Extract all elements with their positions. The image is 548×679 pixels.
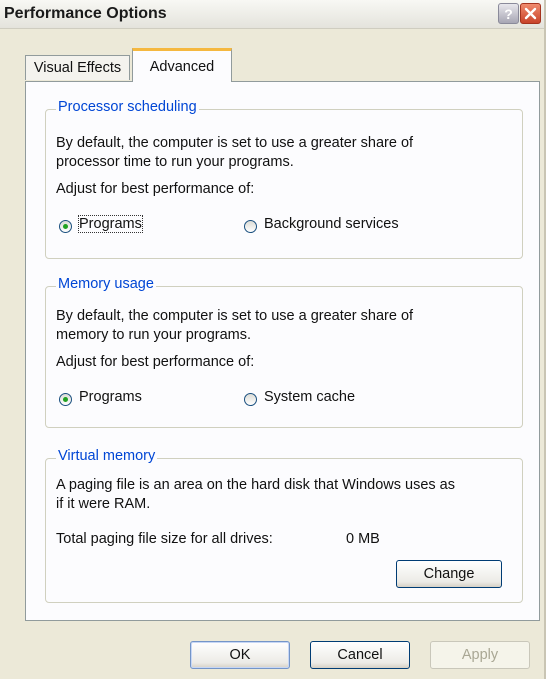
tab-advanced[interactable]: Advanced xyxy=(132,48,232,82)
processor-background-services-label[interactable]: Background services xyxy=(264,216,399,232)
memory-system-cache-radio[interactable] xyxy=(244,393,257,406)
help-icon: ? xyxy=(504,6,513,22)
processor-background-services-radio[interactable] xyxy=(244,220,257,233)
virtual-memory-group: Virtual memory A paging file is an area … xyxy=(45,448,523,603)
processor-description-line1: By default, the computer is set to use a… xyxy=(56,135,414,151)
processor-adjust-label: Adjust for best performance of: xyxy=(56,181,255,197)
memory-adjust-label: Adjust for best performance of: xyxy=(56,354,255,370)
tab-visual-effects-label: Visual Effects xyxy=(33,60,122,76)
processor-scheduling-legend: Processor scheduling xyxy=(56,99,199,115)
ok-button[interactable]: OK xyxy=(190,641,290,669)
virtual-memory-description-line1: A paging file is an area on the hard dis… xyxy=(56,477,455,493)
memory-description-line2: memory to run your programs. xyxy=(56,327,252,343)
advanced-tab-panel: Processor scheduling By default, the com… xyxy=(25,81,540,621)
paging-file-total-label: Total paging file size for all drives: xyxy=(56,531,273,547)
window-title: Performance Options xyxy=(4,5,167,22)
cancel-button-label: Cancel xyxy=(337,647,383,663)
paging-file-total-value: 0 MB xyxy=(346,531,380,547)
title-bar[interactable]: Performance Options ? xyxy=(0,0,544,29)
processor-programs-label[interactable]: Programs xyxy=(78,215,143,233)
change-button-label: Change xyxy=(423,566,475,582)
cancel-button[interactable]: Cancel xyxy=(310,641,410,669)
memory-usage-legend: Memory usage xyxy=(56,276,156,292)
memory-system-cache-label[interactable]: System cache xyxy=(264,389,355,405)
processor-description-line2: processor time to run your programs. xyxy=(56,154,294,170)
memory-programs-label[interactable]: Programs xyxy=(79,389,142,405)
processor-programs-radio[interactable] xyxy=(59,220,72,233)
apply-button: Apply xyxy=(430,641,530,669)
memory-programs-radio[interactable] xyxy=(59,393,72,406)
memory-usage-group: Memory usage By default, the computer is… xyxy=(45,276,523,428)
processor-scheduling-group: Processor scheduling By default, the com… xyxy=(45,99,523,259)
virtual-memory-legend: Virtual memory xyxy=(56,448,158,464)
change-button[interactable]: Change xyxy=(396,560,502,588)
memory-description-line1: By default, the computer is set to use a… xyxy=(56,308,414,324)
ok-button-label: OK xyxy=(229,647,251,663)
help-button[interactable]: ? xyxy=(498,3,519,24)
virtual-memory-description-line2: if it were RAM. xyxy=(56,496,151,512)
performance-options-dialog: Performance Options ? Visual Effects Adv… xyxy=(0,0,546,679)
tab-advanced-label: Advanced xyxy=(149,59,215,75)
close-button[interactable] xyxy=(520,3,541,24)
apply-button-label: Apply xyxy=(461,647,499,663)
tab-visual-effects[interactable]: Visual Effects xyxy=(25,55,130,80)
close-icon xyxy=(524,7,537,20)
